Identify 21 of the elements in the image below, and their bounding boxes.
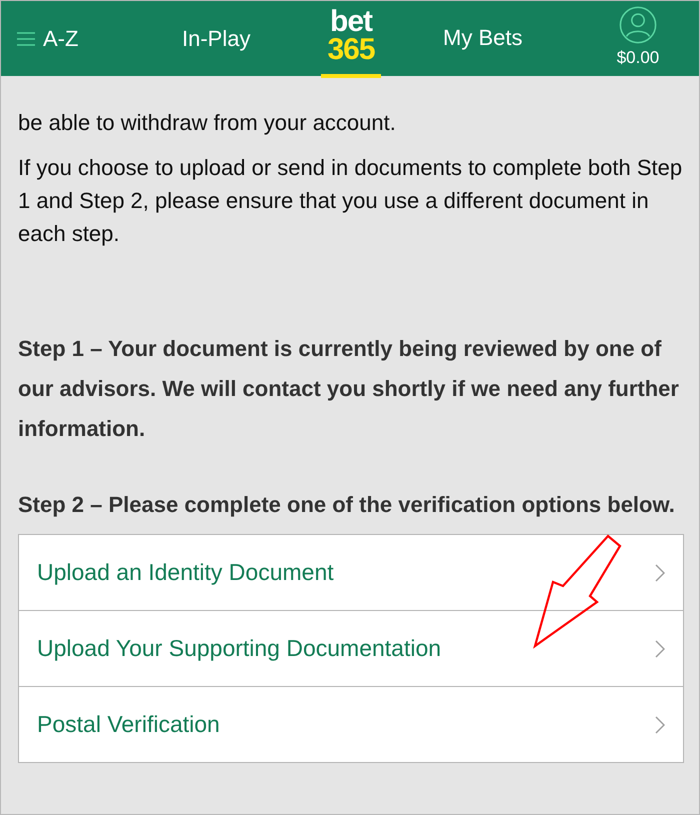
logo: bet 365: [321, 9, 381, 78]
step-text: Step 1 – Your document is currently being reviewed by one of our advisors. We will contact you shortly if we need any further information.: [18, 335, 680, 443]
option-label: Postal Verification: [37, 711, 220, 738]
menu-icon: [17, 30, 35, 46]
option-row[interactable]: Upload an Identity Document: [19, 535, 683, 610]
option-row[interactable]: Postal Verification: [19, 686, 683, 762]
balance-text: $0.00: [616, 48, 660, 68]
step-text: Step 2 – Please complete one of the verification options below.: [18, 491, 676, 519]
chevron-right-icon: [655, 716, 665, 734]
chevron-right-icon: [655, 640, 665, 658]
a-z-menu-button[interactable]: A-Z: [17, 26, 117, 52]
info-paragraph: If you choose to upload or send in documents to complete both Step 1 and Step 2, please ensure that you use a different document in each step.: [18, 154, 683, 248]
account-button[interactable]: $0.00: [605, 6, 671, 68]
in-play-tab[interactable]: In-Play: [182, 26, 250, 52]
user-icon: [619, 6, 657, 44]
option-label: Upload Your Supporting Documentation: [37, 635, 442, 662]
my-bets-tab[interactable]: My Bets: [443, 25, 522, 51]
option-row[interactable]: Upload Your Supporting Documentation: [19, 610, 683, 686]
info-paragraph: be able to withdraw from your account.: [18, 109, 397, 137]
option-label: Upload an Identity Document: [37, 559, 334, 586]
chevron-right-icon: [655, 564, 665, 582]
